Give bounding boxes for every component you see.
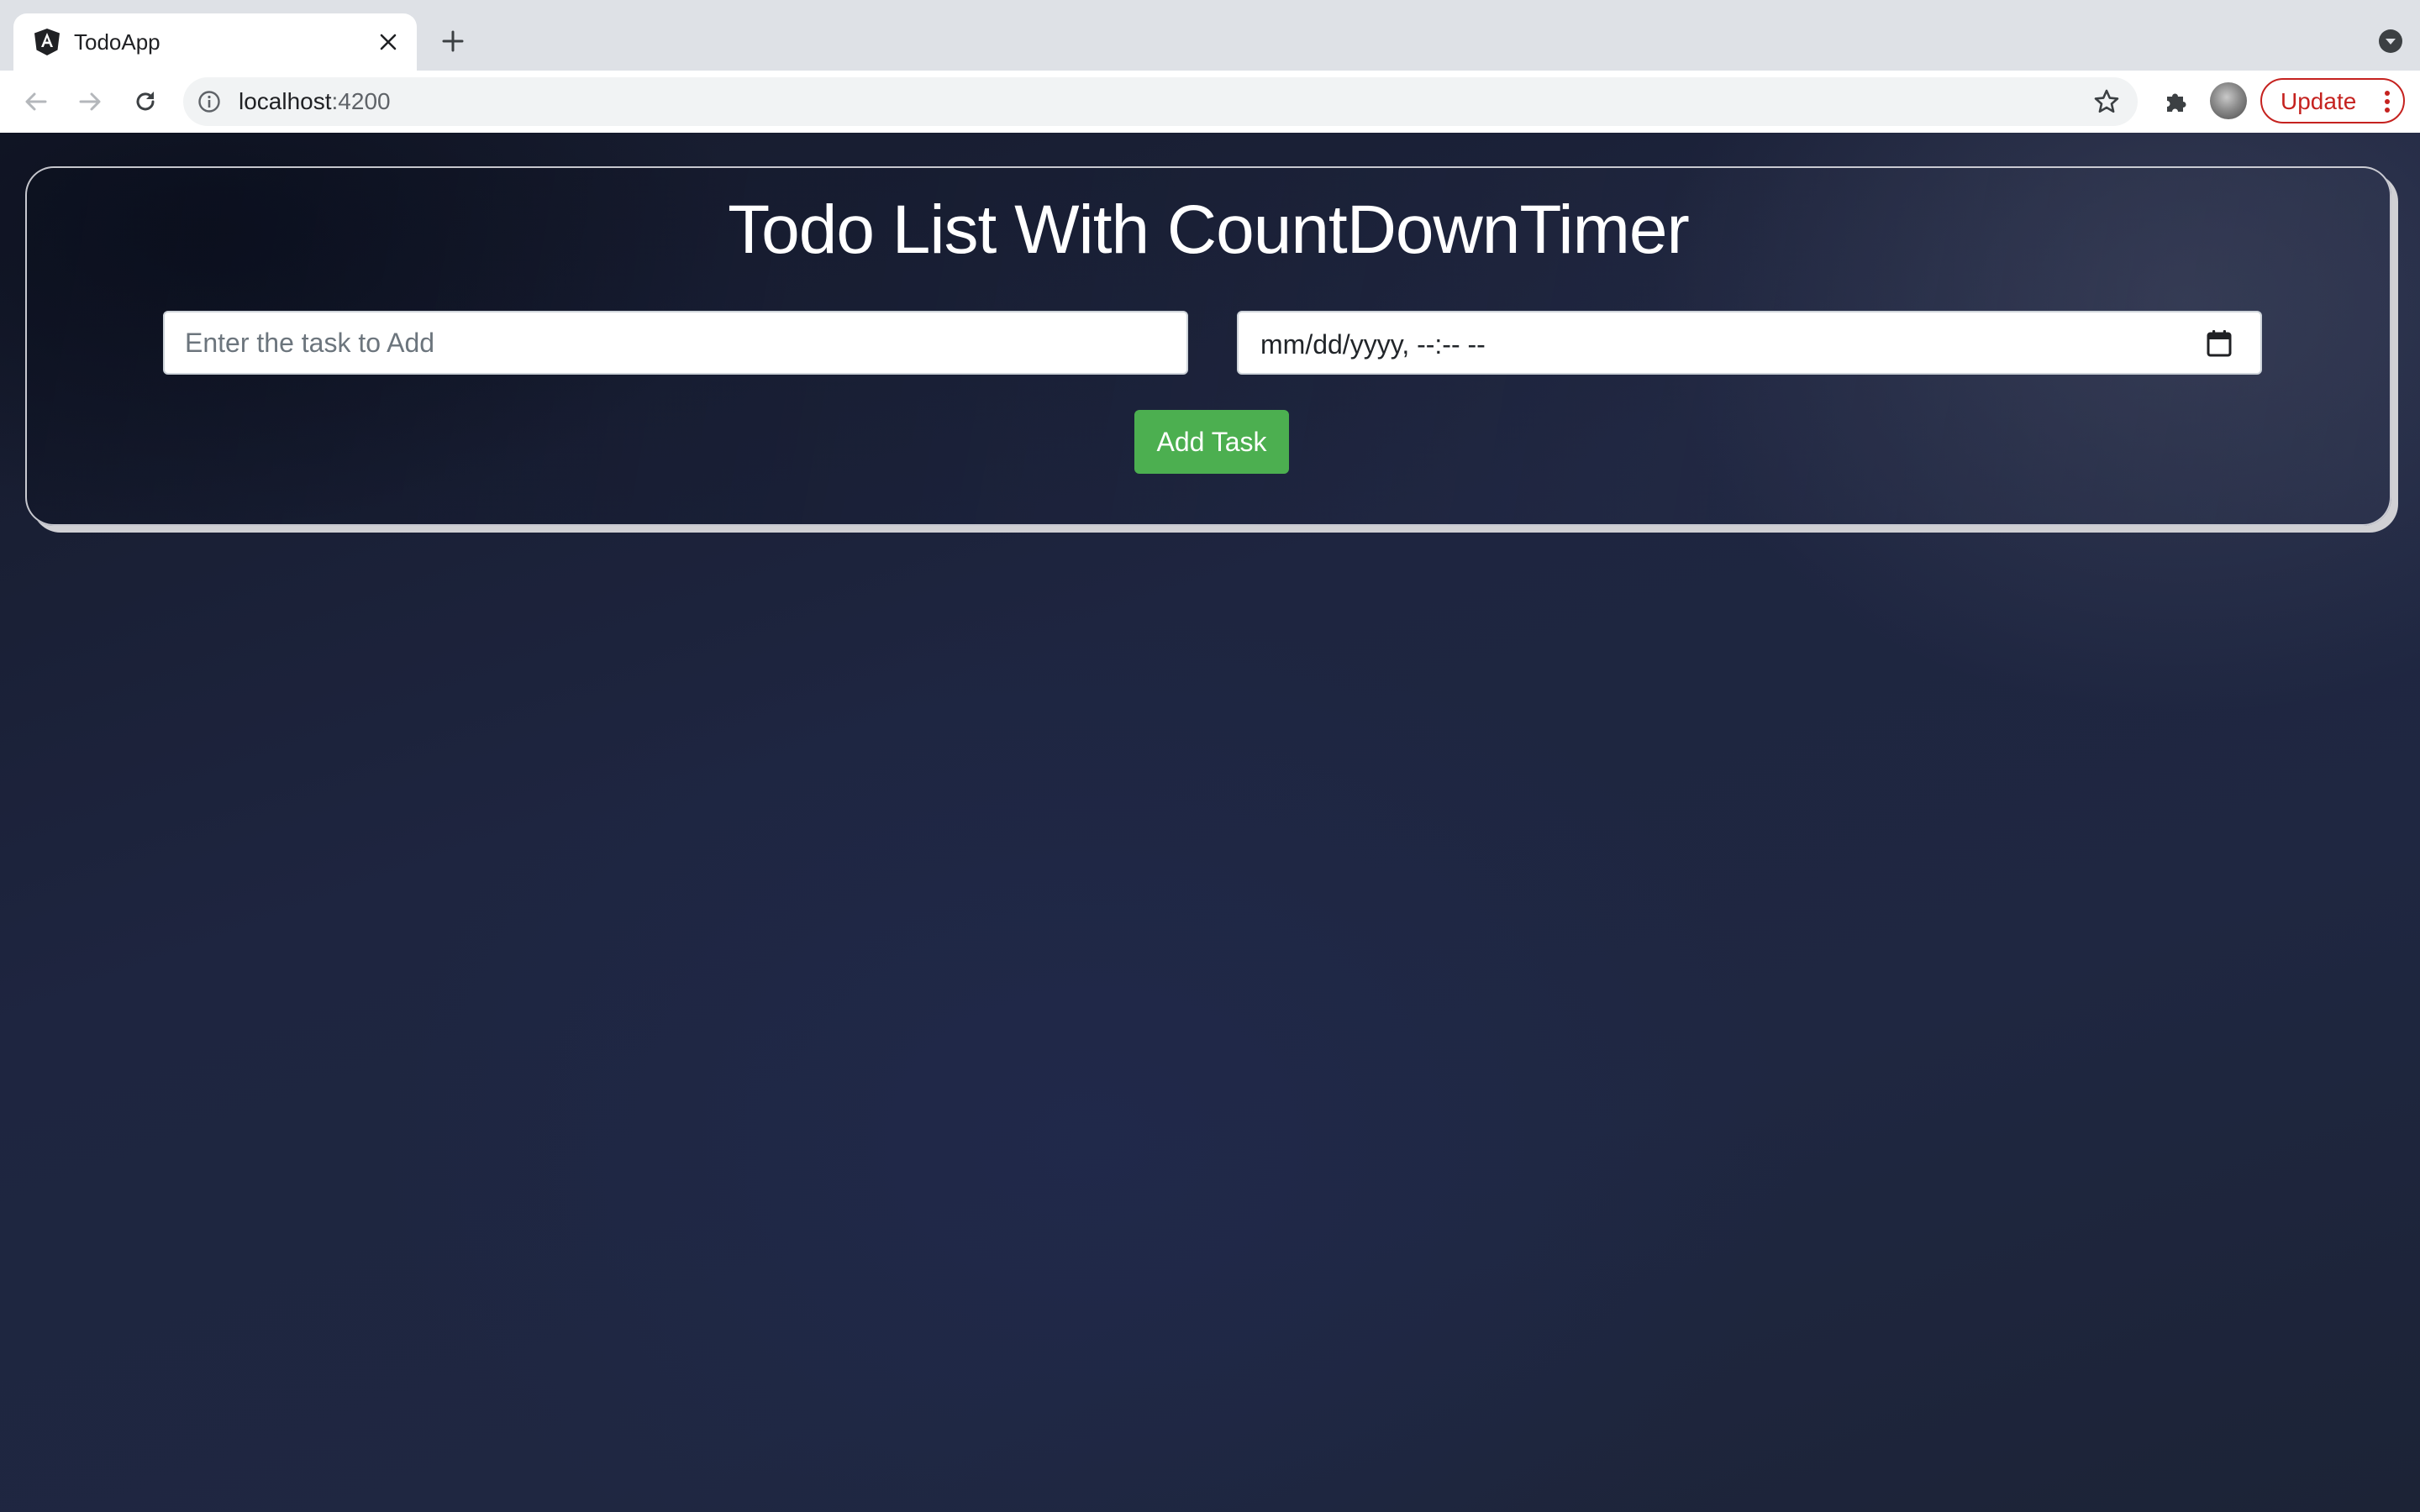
datetime-placeholder: mm/dd/yyyy, --:-- --: [1260, 329, 1486, 360]
update-button[interactable]: Update: [2260, 78, 2405, 123]
task-input[interactable]: [163, 311, 1188, 375]
page-content: Todo List With CountDownTimer mm/dd/yyyy…: [0, 133, 2420, 1512]
url-port: :4200: [331, 88, 391, 114]
puzzle-icon[interactable]: [2156, 82, 2195, 121]
update-label: Update: [2281, 88, 2357, 114]
add-task-button[interactable]: Add Task: [1134, 410, 1289, 474]
profile-avatar[interactable]: [2210, 82, 2247, 119]
address-bar[interactable]: localhost:4200: [183, 77, 2138, 126]
browser-toolbar: localhost:4200 Update: [0, 71, 2420, 134]
todo-form-card: Todo List With CountDownTimer mm/dd/yyyy…: [25, 166, 2391, 526]
reload-icon[interactable]: [126, 82, 165, 121]
plus-icon[interactable]: [434, 22, 472, 60]
forward-arrow-icon[interactable]: [71, 82, 109, 121]
tab-todoapp[interactable]: TodoApp: [13, 13, 417, 71]
url-host: localhost: [239, 88, 332, 114]
close-icon[interactable]: [371, 25, 405, 59]
tab-strip: TodoApp: [0, 0, 2420, 71]
back-arrow-icon[interactable]: [17, 82, 55, 121]
url-text: localhost:4200: [239, 88, 391, 115]
calendar-icon[interactable]: [2203, 328, 2235, 360]
star-icon[interactable]: [2091, 86, 2123, 118]
browser-window: TodoApp localhost:4200 Update Todo List …: [0, 0, 2420, 1512]
tab-title: TodoApp: [74, 29, 160, 55]
info-icon[interactable]: [195, 87, 224, 116]
chevron-down-icon[interactable]: [2376, 27, 2405, 55]
angular-logo-icon: [32, 27, 62, 57]
kebab-menu-icon[interactable]: [2381, 88, 2393, 115]
page-title: Todo List With CountDownTimer: [728, 192, 1690, 268]
datetime-input[interactable]: mm/dd/yyyy, --:-- --: [1237, 311, 2262, 375]
